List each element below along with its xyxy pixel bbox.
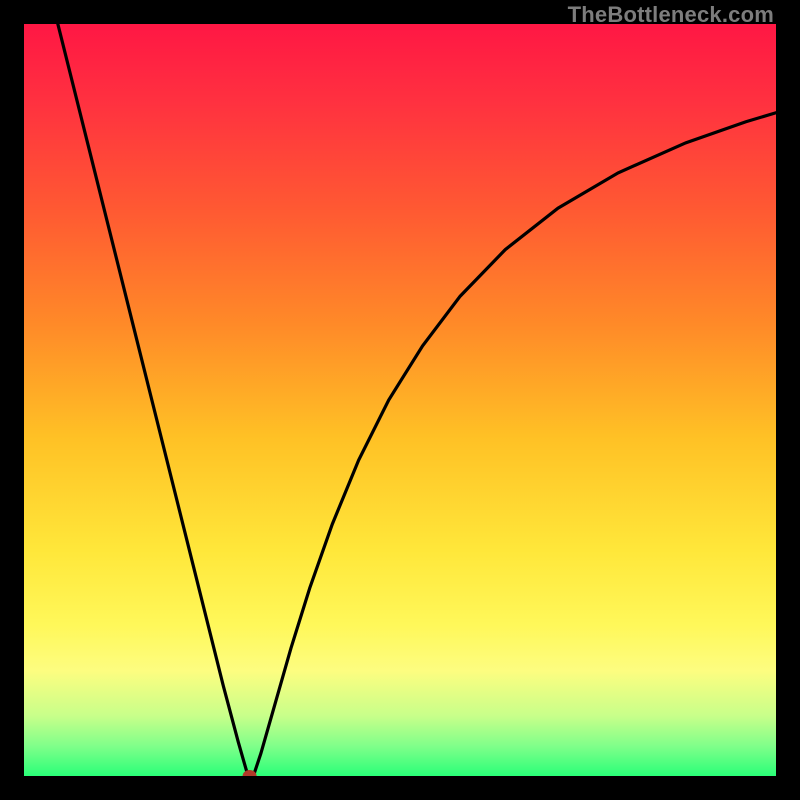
watermark-text: TheBottleneck.com <box>568 2 774 28</box>
chart-frame <box>24 24 776 776</box>
chart-background <box>24 24 776 776</box>
chart-svg <box>24 24 776 776</box>
